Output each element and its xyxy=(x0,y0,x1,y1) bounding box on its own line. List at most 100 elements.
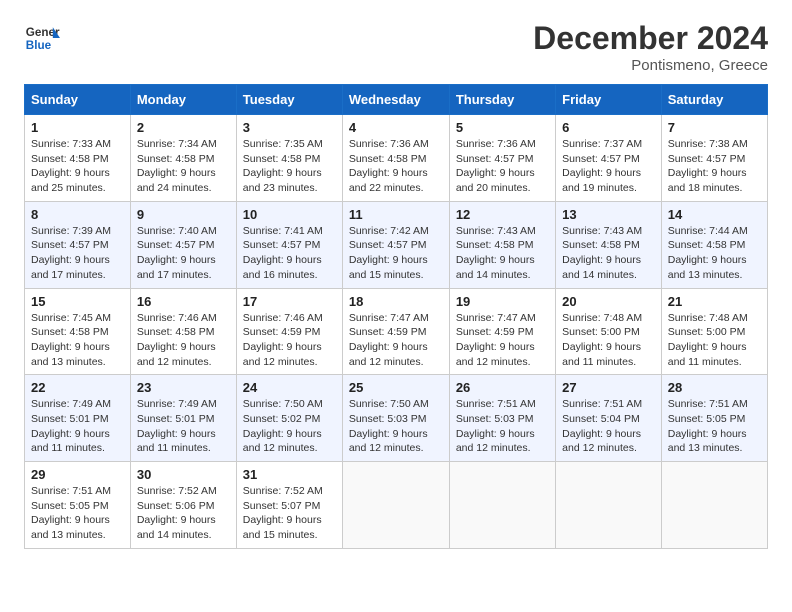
day-info: Sunrise: 7:45 AMSunset: 4:58 PMDaylight:… xyxy=(31,311,124,370)
day-number: 3 xyxy=(243,120,336,135)
day-number: 27 xyxy=(562,380,655,395)
day-info: Sunrise: 7:44 AMSunset: 4:58 PMDaylight:… xyxy=(668,224,761,283)
day-info: Sunrise: 7:52 AMSunset: 5:06 PMDaylight:… xyxy=(137,484,230,543)
day-number: 26 xyxy=(456,380,549,395)
calendar-cell: 13Sunrise: 7:43 AMSunset: 4:58 PMDayligh… xyxy=(556,201,662,288)
day-number: 28 xyxy=(668,380,761,395)
calendar-cell: 21 Sunrise: 7:48 AMSunset: 5:00 PMDayligh… xyxy=(661,288,767,375)
calendar-cell: 11 Sunrise: 7:42 AMSunset: 4:57 PMDayligh… xyxy=(342,201,449,288)
calendar-week-row: 22Sunrise: 7:49 AMSunset: 5:01 PMDayligh… xyxy=(25,375,768,462)
day-number: 18 xyxy=(349,294,443,309)
day-number: 8 xyxy=(31,207,124,222)
day-number: 29 xyxy=(31,467,124,482)
calendar-cell xyxy=(449,462,555,549)
calendar-cell: 6 Sunrise: 7:37 AMSunset: 4:57 PMDaylight… xyxy=(556,115,662,202)
day-info: Sunrise: 7:42 AMSunset: 4:57 PMDaylight:… xyxy=(349,224,443,283)
day-number: 11 xyxy=(349,207,443,222)
calendar-cell: 20Sunrise: 7:48 AMSunset: 5:00 PMDayligh… xyxy=(556,288,662,375)
day-info: Sunrise: 7:40 AMSunset: 4:57 PMDaylight:… xyxy=(137,224,230,283)
calendar-cell: 23Sunrise: 7:49 AMSunset: 5:01 PMDayligh… xyxy=(130,375,236,462)
calendar-cell xyxy=(661,462,767,549)
day-info: Sunrise: 7:51 AMSunset: 5:03 PMDaylight:… xyxy=(456,397,549,456)
day-info: Sunrise: 7:51 AMSunset: 5:04 PMDaylight:… xyxy=(562,397,655,456)
day-number: 16 xyxy=(137,294,230,309)
day-number: 7 xyxy=(668,120,761,135)
day-info: Sunrise: 7:47 AMSunset: 4:59 PMDaylight:… xyxy=(349,311,443,370)
calendar-cell: 26 Sunrise: 7:51 AMSunset: 5:03 PMDayligh… xyxy=(449,375,555,462)
day-info: Sunrise: 7:41 AMSunset: 4:57 PMDaylight:… xyxy=(243,224,336,283)
day-info: Sunrise: 7:43 AMSunset: 4:58 PMDaylight:… xyxy=(456,224,549,283)
day-info: Sunrise: 7:46 AMSunset: 4:59 PMDaylight:… xyxy=(243,311,336,370)
calendar-cell: 28Sunrise: 7:51 AMSunset: 5:05 PMDayligh… xyxy=(661,375,767,462)
calendar-week-row: 15 Sunrise: 7:45 AMSunset: 4:58 PMDayligh… xyxy=(25,288,768,375)
day-number: 30 xyxy=(137,467,230,482)
day-number: 21 xyxy=(668,294,761,309)
calendar-cell: 25 Sunrise: 7:50 AMSunset: 5:03 PMDayligh… xyxy=(342,375,449,462)
weekday-header-wednesday: Wednesday xyxy=(342,85,449,115)
calendar-cell: 15 Sunrise: 7:45 AMSunset: 4:58 PMDayligh… xyxy=(25,288,131,375)
day-number: 10 xyxy=(243,207,336,222)
calendar-cell: 10 Sunrise: 7:41 AMSunset: 4:57 PMDayligh… xyxy=(236,201,342,288)
day-number: 24 xyxy=(243,380,336,395)
page-header: General Blue December 2024 Pontismeno, G… xyxy=(24,20,768,74)
calendar-cell: 31 Sunrise: 7:52 AMSunset: 5:07 PMDayligh… xyxy=(236,462,342,549)
day-number: 1 xyxy=(31,120,124,135)
day-info: Sunrise: 7:50 AMSunset: 5:02 PMDaylight:… xyxy=(243,397,336,456)
weekday-header-row: SundayMondayTuesdayWednesdayThursdayFrid… xyxy=(25,85,768,115)
calendar-cell: 5 Sunrise: 7:36 AMSunset: 4:57 PMDaylight… xyxy=(449,115,555,202)
calendar-cell: 18 Sunrise: 7:47 AMSunset: 4:59 PMDayligh… xyxy=(342,288,449,375)
weekday-header-tuesday: Tuesday xyxy=(236,85,342,115)
calendar-table: SundayMondayTuesdayWednesdayThursdayFrid… xyxy=(24,84,768,549)
day-info: Sunrise: 7:36 AMSunset: 4:58 PMDaylight:… xyxy=(349,137,443,196)
weekday-header-sunday: Sunday xyxy=(25,85,131,115)
calendar-cell: 1Sunrise: 7:33 AMSunset: 4:58 PMDaylight… xyxy=(25,115,131,202)
day-info: Sunrise: 7:48 AMSunset: 5:00 PMDaylight:… xyxy=(562,311,655,370)
weekday-header-friday: Friday xyxy=(556,85,662,115)
day-info: Sunrise: 7:48 AMSunset: 5:00 PMDaylight:… xyxy=(668,311,761,370)
day-number: 15 xyxy=(31,294,124,309)
calendar-cell: 14 Sunrise: 7:44 AMSunset: 4:58 PMDayligh… xyxy=(661,201,767,288)
day-info: Sunrise: 7:50 AMSunset: 5:03 PMDaylight:… xyxy=(349,397,443,456)
day-number: 6 xyxy=(562,120,655,135)
location: Pontismeno, Greece xyxy=(533,57,768,74)
weekday-header-monday: Monday xyxy=(130,85,236,115)
day-info: Sunrise: 7:47 AMSunset: 4:59 PMDaylight:… xyxy=(456,311,549,370)
calendar-cell: 16 Sunrise: 7:46 AMSunset: 4:58 PMDayligh… xyxy=(130,288,236,375)
calendar-cell: 4Sunrise: 7:36 AMSunset: 4:58 PMDaylight… xyxy=(342,115,449,202)
calendar-cell: 19Sunrise: 7:47 AMSunset: 4:59 PMDayligh… xyxy=(449,288,555,375)
day-info: Sunrise: 7:52 AMSunset: 5:07 PMDaylight:… xyxy=(243,484,336,543)
svg-text:Blue: Blue xyxy=(26,39,52,52)
day-info: Sunrise: 7:36 AMSunset: 4:57 PMDaylight:… xyxy=(456,137,549,196)
day-info: Sunrise: 7:49 AMSunset: 5:01 PMDaylight:… xyxy=(31,397,124,456)
day-number: 5 xyxy=(456,120,549,135)
calendar-cell xyxy=(342,462,449,549)
calendar-cell: 29 Sunrise: 7:51 AMSunset: 5:05 PMDayligh… xyxy=(25,462,131,549)
day-number: 31 xyxy=(243,467,336,482)
calendar-cell: 27 Sunrise: 7:51 AMSunset: 5:04 PMDayligh… xyxy=(556,375,662,462)
day-number: 14 xyxy=(668,207,761,222)
calendar-cell: 22Sunrise: 7:49 AMSunset: 5:01 PMDayligh… xyxy=(25,375,131,462)
calendar-cell: 2Sunrise: 7:34 AMSunset: 4:58 PMDaylight… xyxy=(130,115,236,202)
day-number: 13 xyxy=(562,207,655,222)
weekday-header-thursday: Thursday xyxy=(449,85,555,115)
day-info: Sunrise: 7:34 AMSunset: 4:58 PMDaylight:… xyxy=(137,137,230,196)
day-number: 23 xyxy=(137,380,230,395)
day-info: Sunrise: 7:51 AMSunset: 5:05 PMDaylight:… xyxy=(31,484,124,543)
calendar-week-row: 8 Sunrise: 7:39 AMSunset: 4:57 PMDaylight… xyxy=(25,201,768,288)
calendar-cell: 30 Sunrise: 7:52 AMSunset: 5:06 PMDayligh… xyxy=(130,462,236,549)
logo-icon: General Blue xyxy=(24,20,60,56)
calendar-cell xyxy=(556,462,662,549)
day-number: 12 xyxy=(456,207,549,222)
month-title: December 2024 xyxy=(533,20,768,57)
calendar-cell: 24 Sunrise: 7:50 AMSunset: 5:02 PMDayligh… xyxy=(236,375,342,462)
day-info: Sunrise: 7:35 AMSunset: 4:58 PMDaylight:… xyxy=(243,137,336,196)
calendar-cell: 17Sunrise: 7:46 AMSunset: 4:59 PMDayligh… xyxy=(236,288,342,375)
logo: General Blue xyxy=(24,20,60,56)
day-info: Sunrise: 7:37 AMSunset: 4:57 PMDaylight:… xyxy=(562,137,655,196)
day-info: Sunrise: 7:39 AMSunset: 4:57 PMDaylight:… xyxy=(31,224,124,283)
day-info: Sunrise: 7:38 AMSunset: 4:57 PMDaylight:… xyxy=(668,137,761,196)
calendar-cell: 8 Sunrise: 7:39 AMSunset: 4:57 PMDaylight… xyxy=(25,201,131,288)
day-info: Sunrise: 7:46 AMSunset: 4:58 PMDaylight:… xyxy=(137,311,230,370)
day-number: 25 xyxy=(349,380,443,395)
calendar-cell: 7 Sunrise: 7:38 AMSunset: 4:57 PMDaylight… xyxy=(661,115,767,202)
